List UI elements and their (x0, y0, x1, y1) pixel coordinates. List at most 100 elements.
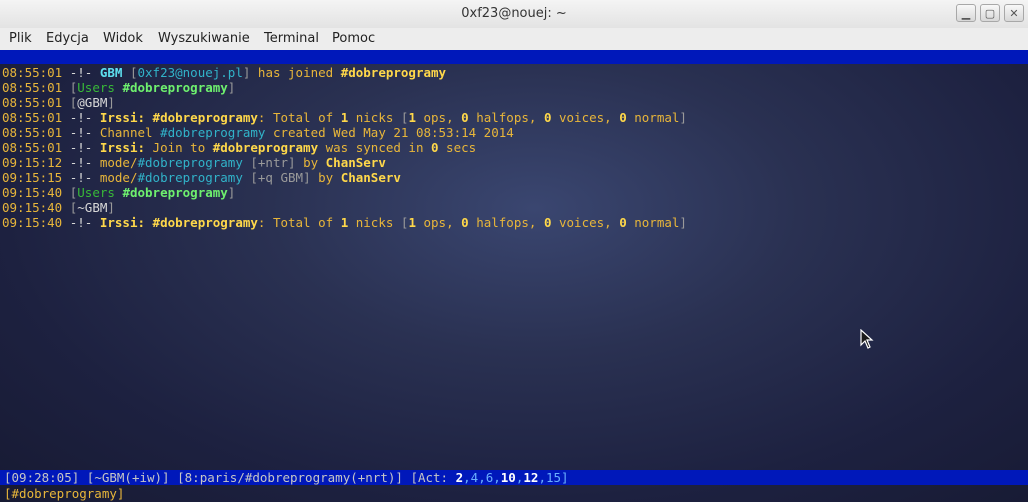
log-text: -!- (62, 170, 100, 185)
log-line: 08:55:01 -!- Channel #dobreprogramy crea… (2, 125, 687, 140)
log-text: #dobreprogramy (160, 125, 266, 140)
activity-entry: 12 (523, 470, 539, 485)
log-timestamp: 08:55:01 (2, 125, 63, 140)
log-text: nicks (348, 215, 401, 230)
minimize-button[interactable]: ▁ (956, 4, 976, 22)
log-text: mode/ (99, 155, 138, 170)
log-text: ChanServ (340, 170, 401, 185)
irssi-status-bar: [09:28:05] [~GBM(+iw)] [8:paris/#dobrepr… (0, 470, 1028, 485)
input-prompt[interactable]: [#dobreprogramy] (4, 486, 124, 501)
irssi-topic-bar (0, 50, 1028, 64)
log-line: 09:15:12 -!- mode/#dobreprogramy [+ntr] … (2, 155, 687, 170)
status-activity: 2,4,6,10,12,15] (456, 470, 569, 485)
log-timestamp: 08:55:01 (2, 110, 63, 125)
log-timestamp: 09:15:15 (2, 170, 63, 185)
log-timestamp: 08:55:01 (2, 80, 63, 95)
log-text: by (310, 170, 341, 185)
log-text: [+ntr] (242, 155, 296, 170)
log-text: 1 (408, 110, 416, 125)
log-line: 08:55:01 [@GBM] (2, 95, 687, 110)
log-text: ] (107, 200, 115, 215)
log-timestamp: 08:55:01 (2, 65, 63, 80)
log-text: #dobreprogramy (122, 80, 228, 95)
log-text: -!- (62, 65, 100, 80)
activity-entry: , (538, 470, 546, 485)
log-text: secs (438, 140, 477, 155)
log-text: by (295, 155, 326, 170)
log-text: [ (62, 200, 78, 215)
log-text: ] (679, 110, 687, 125)
menu-pomoc[interactable]: Pomoc (332, 31, 375, 46)
log-text: [ (62, 95, 78, 110)
log-text: ~GBM (77, 200, 108, 215)
log-text: -!- (62, 155, 100, 170)
log-text: : Total of (257, 215, 341, 230)
log-text: -!- (62, 140, 100, 155)
message-log: 08:55:01 -!- GBM [0xf23@nouej.pl] has jo… (2, 65, 687, 230)
log-line: 08:55:01 -!- Irssi: Join to #dobreprogra… (2, 140, 687, 155)
log-text: [ (122, 65, 138, 80)
log-text: [ (62, 185, 78, 200)
log-text: ] (107, 95, 115, 110)
log-line: 09:15:40 [~GBM] (2, 200, 687, 215)
log-text: ] (227, 185, 236, 200)
menu-edycja[interactable]: Edycja (46, 31, 89, 46)
log-text: voices, (551, 215, 620, 230)
log-text: GBM (99, 65, 123, 80)
log-text: normal (626, 110, 680, 125)
title-bar[interactable]: 0xf23@nouej: ~ ▁ ▢ ✕ (0, 0, 1028, 29)
log-text: halfops, (468, 215, 544, 230)
log-text: 0xf23@nouej.pl (137, 65, 243, 80)
log-text: ] (227, 80, 236, 95)
menu-widok[interactable]: Widok (103, 31, 143, 46)
window-title: 0xf23@nouej: ~ (461, 6, 567, 21)
activity-entry: ] (561, 470, 569, 485)
close-button[interactable]: ✕ (1004, 4, 1024, 22)
log-text: -!- (62, 110, 100, 125)
log-text: 0 (461, 215, 469, 230)
log-text: Irssi: #dobreprogramy (99, 110, 258, 125)
status-act-label: [Act: (410, 470, 456, 485)
terminal-area[interactable]: 08:55:01 -!- GBM [0xf23@nouej.pl] has jo… (0, 50, 1028, 502)
log-text: nicks (348, 110, 401, 125)
menu-terminal[interactable]: Terminal (264, 31, 319, 46)
log-text: @GBM (77, 95, 108, 110)
maximize-button[interactable]: ▢ (980, 4, 1000, 22)
log-text: Users (77, 80, 123, 95)
log-text: Join to (145, 140, 213, 155)
activity-entry: , (493, 470, 501, 485)
log-timestamp: 09:15:40 (2, 215, 63, 230)
log-text: Channel (99, 125, 161, 140)
activity-entry: 10 (500, 470, 516, 485)
status-window: [8:paris/#dobreprogramy(+nrt)] (177, 470, 403, 485)
log-line: 09:15:15 -!- mode/#dobreprogramy [+q GBM… (2, 170, 687, 185)
log-timestamp: 09:15:12 (2, 155, 63, 170)
menu-bar: Plik Edycja Widok Wyszukiwanie Terminal … (0, 28, 1028, 51)
log-text: [ (62, 80, 78, 95)
log-text: has joined (250, 65, 341, 80)
log-text: : Total of (257, 110, 341, 125)
log-text: ops, (415, 110, 462, 125)
terminal-window: 0xf23@nouej: ~ ▁ ▢ ✕ Plik Edycja Widok W… (0, 0, 1028, 502)
log-text: 1 (408, 215, 416, 230)
activity-entry: 2 (455, 470, 464, 485)
log-text: -!- (62, 215, 100, 230)
log-text: 0 (619, 215, 627, 230)
activity-entry: , (463, 470, 471, 485)
log-text: #dobreprogramy (137, 170, 243, 185)
log-text: [+q GBM] (242, 170, 311, 185)
log-text: normal (626, 215, 680, 230)
log-timestamp: 09:15:40 (2, 200, 63, 215)
log-text: Irssi: #dobreprogramy (99, 215, 258, 230)
log-timestamp: 08:55:01 (2, 140, 63, 155)
log-text: Users (77, 185, 123, 200)
log-line: 08:55:01 -!- GBM [0xf23@nouej.pl] has jo… (2, 65, 687, 80)
log-text: mode/ (99, 170, 138, 185)
menu-wyszukiwanie[interactable]: Wyszukiwanie (158, 31, 250, 46)
menu-plik[interactable]: Plik (9, 31, 32, 46)
log-text: #dobreprogramy (212, 140, 319, 155)
log-text: 0 (431, 140, 439, 155)
log-text: ] (679, 215, 687, 230)
log-text: created Wed May 21 08:53:14 2014 (265, 125, 514, 140)
log-text: halfops, (468, 110, 544, 125)
